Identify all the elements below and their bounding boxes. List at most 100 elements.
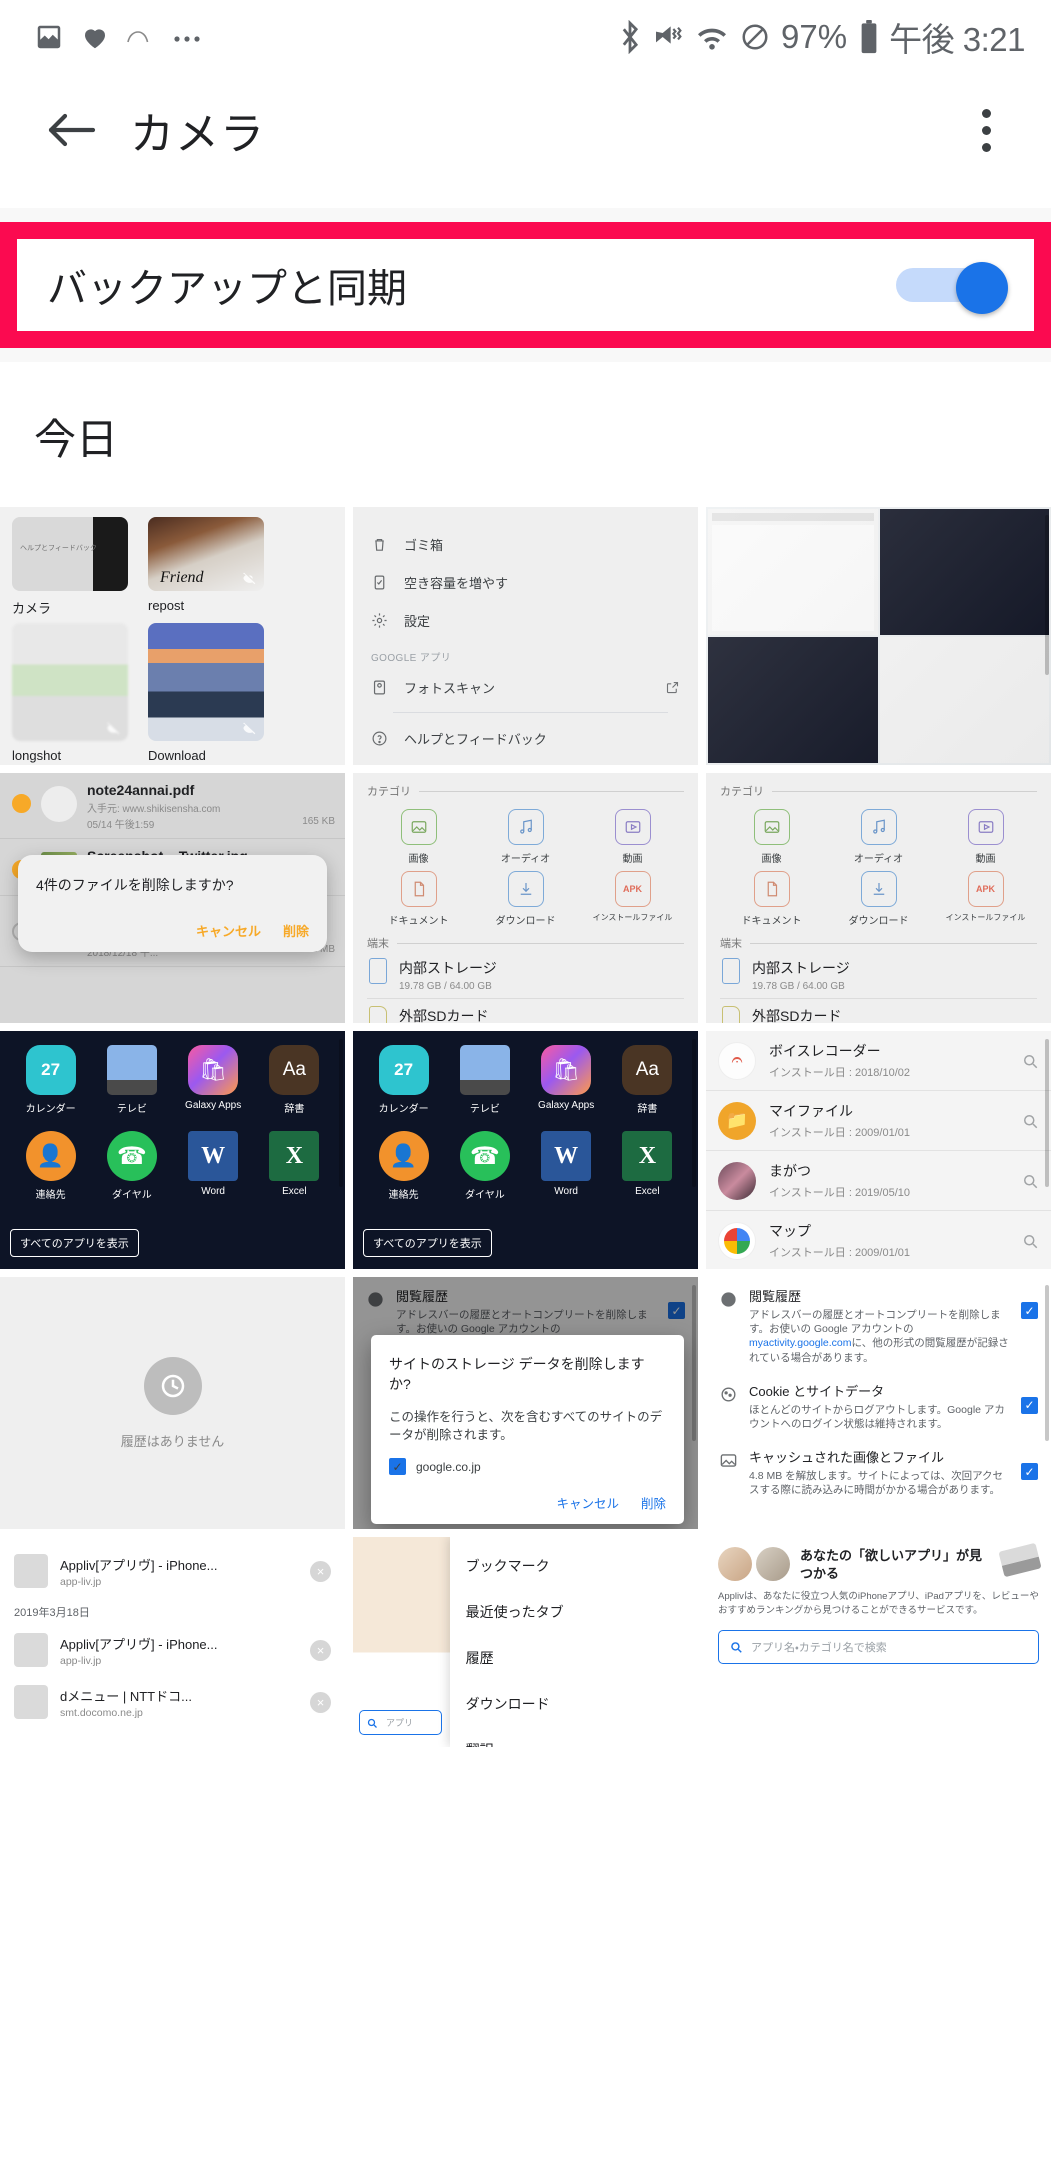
thumbnail-appliv-site[interactable]: あなたの「欲しいアプリ」が見つかる Applivは、あなたに役立つ人気のiPho…: [706, 1537, 1051, 1747]
close-icon[interactable]: ×: [310, 1560, 331, 1582]
scrollbar[interactable]: [1045, 1285, 1049, 1442]
device-internal-storage[interactable]: 内部ストレージ 19.78 GB / 64.00 GB: [367, 951, 684, 999]
home-app[interactable]: Galaxy Apps: [173, 1045, 254, 1115]
delete-button[interactable]: 削除: [283, 921, 309, 940]
thumbnail-chrome-clear-dialog[interactable]: 閲覧履歴 アドレスバーの履歴とオートコンプリートを削除します。お使いの Goog…: [353, 1277, 698, 1529]
app-info-icon[interactable]: [1021, 1232, 1039, 1250]
app-list-row[interactable]: まがつ インストール日 : 2019/05/10: [706, 1151, 1051, 1211]
menu-item-bookmarks[interactable]: ブックマーク: [450, 1543, 698, 1589]
home-app[interactable]: 辞書: [607, 1045, 688, 1115]
cancel-button[interactable]: キャンセル: [556, 1493, 619, 1512]
file-checkbox[interactable]: [12, 794, 31, 813]
menu-item-history[interactable]: 履歴: [450, 1635, 698, 1681]
show-all-apps-button[interactable]: すべてのアプリを表示: [10, 1229, 139, 1257]
home-app[interactable]: カレンダー: [363, 1045, 444, 1115]
thumbnail-home-screen-a[interactable]: カレンダー テレビ Galaxy Apps 辞書 連絡先 ダイヤル Word E…: [0, 1031, 345, 1269]
menu-item-free-up-space[interactable]: 空き容量を増やす: [353, 563, 698, 601]
backup-sync-toggle[interactable]: [896, 262, 1008, 314]
category-document[interactable]: ドキュメント: [367, 871, 470, 927]
home-app[interactable]: ダイヤル: [444, 1131, 525, 1201]
search-box[interactable]: アプリ: [359, 1710, 442, 1735]
overflow-menu-button[interactable]: [951, 93, 1021, 167]
clear-data-checkbox[interactable]: ✓: [668, 1302, 685, 1319]
thumbnail-browser-history[interactable]: Appliv[アプリヴ] - iPhone... app-liv.jp × 20…: [0, 1537, 345, 1747]
home-app[interactable]: Galaxy Apps: [526, 1045, 607, 1115]
menu-item-recent-tabs[interactable]: 最近使ったタブ: [450, 1589, 698, 1635]
app-list-row[interactable]: マップ インストール日 : 2009/01/01: [706, 1211, 1051, 1269]
clear-data-checkbox[interactable]: ✓: [1021, 1302, 1038, 1319]
home-app[interactable]: 連絡先: [10, 1131, 91, 1201]
search-box[interactable]: アプリ名・カテゴリ名で検索: [718, 1629, 1039, 1664]
menu-item-translate[interactable]: 翻訳...: [450, 1727, 698, 1747]
category-audio[interactable]: オーディオ: [474, 809, 577, 865]
home-app[interactable]: Excel: [254, 1131, 335, 1201]
backup-sync-row[interactable]: バックアップと同期: [0, 222, 1051, 348]
app-info-icon[interactable]: [1021, 1112, 1039, 1130]
home-app[interactable]: 連絡先: [363, 1131, 444, 1201]
back-button[interactable]: [34, 93, 108, 167]
menu-item-trash[interactable]: ゴミ箱: [353, 525, 698, 563]
thumbnail-file-delete-dialog[interactable]: note24annai.pdf 入手元: www.shikisensha.com…: [0, 773, 345, 1023]
scrollbar[interactable]: [1045, 1039, 1049, 1187]
thumbnail-categories-b[interactable]: カテゴリ 画像 オーディオ 動画 ドキュメント ダウンロード APK インストー…: [706, 773, 1051, 1023]
category-video[interactable]: 動画: [581, 809, 684, 865]
home-app[interactable]: 辞書: [254, 1045, 335, 1115]
scrollbar[interactable]: [692, 1285, 696, 1442]
thumbnail-chrome-clear-list[interactable]: 閲覧履歴 アドレスバーの履歴とオートコンプリートを削除します。お使いの Goog…: [706, 1277, 1051, 1529]
clear-data-checkbox[interactable]: ✓: [1021, 1463, 1038, 1481]
thumbnail-photos-folders[interactable]: カメラ repost longshot: [0, 507, 345, 765]
category-document[interactable]: ドキュメント: [720, 871, 823, 927]
menu-item-settings[interactable]: 設定: [353, 601, 698, 639]
menu-item-downloads[interactable]: ダウンロード: [450, 1681, 698, 1727]
show-all-apps-button[interactable]: すべてのアプリを表示: [363, 1229, 492, 1257]
category-apk[interactable]: APK インストールファイル: [581, 871, 684, 927]
scrollbar[interactable]: [692, 1039, 696, 1187]
category-apk[interactable]: APK インストールファイル: [934, 871, 1037, 927]
menu-item-label: ヘルプとフィードバック: [404, 731, 547, 747]
scrollbar[interactable]: [1045, 515, 1049, 675]
home-app[interactable]: カレンダー: [10, 1045, 91, 1115]
device-sd-card[interactable]: 外部SDカード 未挿入: [367, 999, 684, 1023]
category-video[interactable]: 動画: [934, 809, 1037, 865]
menu-item-help-feedback[interactable]: ヘルプとフィードバック: [353, 719, 698, 757]
thumbnail-empty-history[interactable]: 履歴はありません: [0, 1277, 345, 1529]
close-icon[interactable]: ×: [310, 1639, 331, 1661]
clear-data-checkbox[interactable]: ✓: [1021, 1396, 1038, 1414]
thumbnail-installed-apps[interactable]: ボイスレコーダー インストール日 : 2018/10/02 マイファイル インス…: [706, 1031, 1051, 1269]
close-icon[interactable]: ×: [310, 1691, 331, 1713]
myactivity-link[interactable]: myactivity.google.com: [749, 1337, 852, 1349]
category-image[interactable]: 画像: [720, 809, 823, 865]
phone-icon: [369, 958, 387, 984]
scrollbar[interactable]: [339, 1039, 343, 1187]
history-item[interactable]: dメニュー | NTTドコ... smt.docomo.ne.jp ×: [0, 1676, 345, 1728]
home-app[interactable]: テレビ: [444, 1045, 525, 1115]
history-item[interactable]: Appliv[アプリヴ] - iPhone... app-liv.jp ×: [0, 1545, 345, 1597]
home-app-label: テレビ: [469, 1104, 500, 1115]
device-sd-card[interactable]: 外部SDカード 未挿入: [720, 999, 1037, 1023]
home-app[interactable]: テレビ: [91, 1045, 172, 1115]
device-internal-storage[interactable]: 内部ストレージ 19.78 GB / 64.00 GB: [720, 951, 1037, 999]
category-download[interactable]: ダウンロード: [474, 871, 577, 927]
home-app[interactable]: ダイヤル: [91, 1131, 172, 1201]
thumbnail-home-screen-b[interactable]: カレンダー テレビ Galaxy Apps 辞書 連絡先 ダイヤル Word E…: [353, 1031, 698, 1269]
home-app[interactable]: Word: [526, 1131, 607, 1201]
app-list-row[interactable]: マイファイル インストール日 : 2009/01/01: [706, 1091, 1051, 1151]
delete-button[interactable]: 削除: [641, 1493, 666, 1512]
category-image[interactable]: 画像: [367, 809, 470, 865]
home-app[interactable]: Excel: [607, 1131, 688, 1201]
history-item[interactable]: Appliv[アプリヴ] - iPhone... app-liv.jp ×: [0, 1624, 345, 1676]
thumbnail-bookmarks-menu[interactable]: ブックマーク 最近使ったタブ 履歴 ダウンロード 翻訳... アプリ: [353, 1537, 698, 1747]
folder-item: longshot: [12, 623, 128, 763]
home-app[interactable]: Word: [173, 1131, 254, 1201]
thumbnail-settings-screens[interactable]: [706, 507, 1051, 765]
site-checkbox[interactable]: ✓: [389, 1458, 406, 1476]
thumbnail-photos-menu[interactable]: ゴミ箱 空き容量を増やす 設定 GOOGLE アプリ フォトスキャン ヘルプとフ…: [353, 507, 698, 765]
category-audio[interactable]: オーディオ: [827, 809, 930, 865]
cancel-button[interactable]: キャンセル: [196, 921, 261, 940]
app-list-row[interactable]: ボイスレコーダー インストール日 : 2018/10/02: [706, 1031, 1051, 1091]
category-download[interactable]: ダウンロード: [827, 871, 930, 927]
app-info-icon[interactable]: [1021, 1172, 1039, 1190]
thumbnail-categories-a[interactable]: カテゴリ 画像 オーディオ 動画 ドキュメント ダウンロード APK インストー…: [353, 773, 698, 1023]
app-info-icon[interactable]: [1021, 1052, 1039, 1070]
menu-item-photoscan[interactable]: フォトスキャン: [353, 668, 698, 706]
